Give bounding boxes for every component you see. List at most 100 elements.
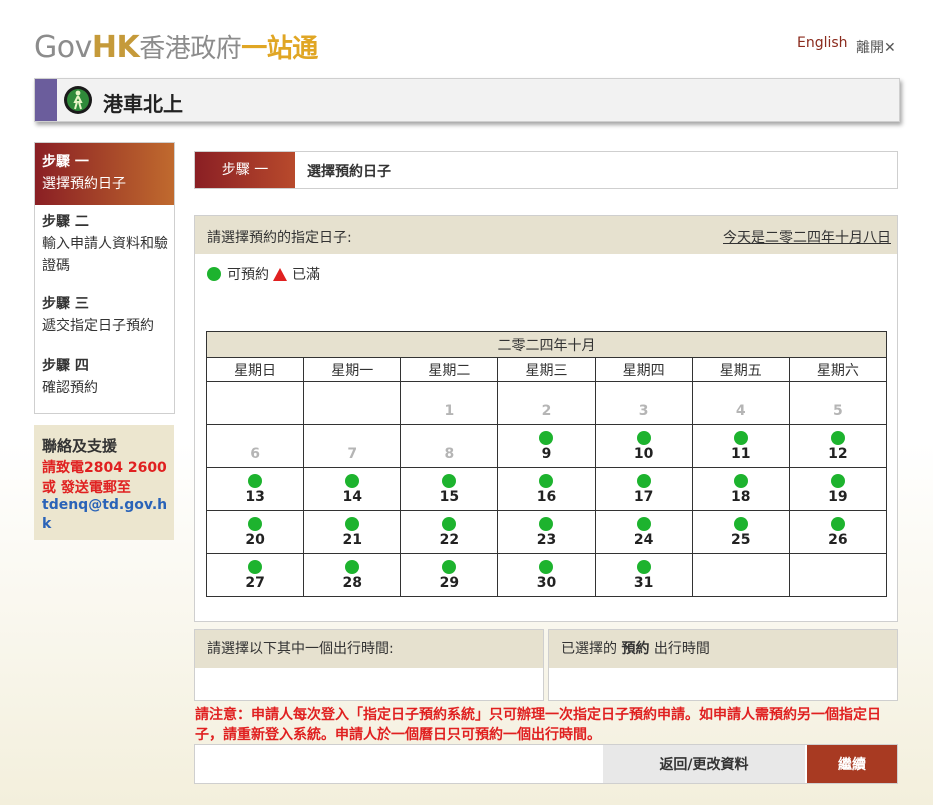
day-number: 4 (735, 403, 746, 419)
calendar-day-unavailable: 5 (788, 381, 888, 425)
available-dot-icon (733, 474, 748, 488)
available-dot-icon (539, 517, 554, 531)
calendar-week-row: 1 2 3 4 5 (205, 381, 888, 425)
calendar-day-available[interactable]: 13 (205, 467, 305, 511)
calendar-day-available[interactable]: 11 (691, 424, 790, 468)
available-dot-icon (733, 517, 748, 531)
step-text: 確認預約 (42, 380, 98, 396)
day-number: 29 (439, 575, 460, 591)
logo-one-stop-text: 一站通 (241, 34, 318, 64)
calendar-day-available[interactable]: 20 (205, 510, 305, 554)
calendar-day-available[interactable]: 23 (497, 510, 596, 554)
sidebar-step-2: 步驟 二 輸入申請人資料和驗證碼 (35, 211, 174, 277)
available-dot-icon (830, 517, 845, 531)
day-number: 5 (833, 403, 843, 419)
date-prompt: 請選擇預約的指定日子: (207, 230, 352, 246)
calendar-week-row: 6 7 8 9 10 11 12 (205, 424, 888, 468)
calendar-day-available[interactable]: 25 (691, 510, 790, 554)
step-label: 步驟 四 (42, 358, 89, 374)
time-select-panel: 請選擇以下其中一個出行時間: (194, 629, 544, 701)
day-number: 24 (633, 532, 654, 548)
calendar-day-available[interactable]: 26 (788, 510, 888, 554)
day-number: 9 (541, 446, 552, 462)
day-number: 16 (536, 489, 557, 505)
calendar-day-available[interactable]: 21 (303, 510, 402, 554)
step-sidebar: 步驟 一 選擇預約日子 步驟 二 輸入申請人資料和驗證碼 步驟 三 遞交指定日子… (34, 142, 175, 414)
day-number: 27 (245, 575, 265, 591)
day-number: 23 (536, 532, 557, 548)
weekday-header-row: 星期日 星期一 星期二 星期三 星期四 星期五 星期六 (205, 357, 888, 382)
calendar-day-available[interactable]: 29 (400, 553, 499, 597)
english-link[interactable]: English (797, 35, 848, 51)
calendar-day-available[interactable]: 24 (594, 510, 693, 554)
leave-link[interactable]: 離開✕ (856, 37, 896, 57)
day-number: 14 (342, 489, 362, 505)
calendar-empty-cell (303, 381, 402, 425)
day-number: 28 (342, 575, 362, 591)
banner-stripe (35, 79, 57, 121)
calendar-day-available[interactable]: 17 (594, 467, 693, 511)
banner-title: 港車北上 (103, 92, 183, 116)
calendar-day-available[interactable]: 27 (205, 553, 305, 597)
full-triangle-icon (273, 267, 287, 281)
calendar-day-available[interactable]: 18 (691, 467, 790, 511)
available-dot-icon (539, 474, 554, 488)
day-number: 12 (828, 446, 848, 462)
day-number: 1 (444, 403, 455, 419)
calendar-day-unavailable: 6 (205, 424, 305, 468)
contact-email-prompt: 或 發送電郵至 (42, 480, 131, 496)
calendar-week-row: 13 14 15 16 17 18 19 (205, 467, 888, 511)
day-number: 25 (731, 532, 751, 548)
day-number: 31 (633, 575, 654, 591)
calendar-day-available[interactable]: 16 (497, 467, 596, 511)
current-step-bar: 步驟 一 選擇預約日子 (194, 151, 898, 189)
calendar-day-available[interactable]: 9 (497, 424, 596, 468)
available-dot-icon (830, 474, 845, 488)
weekday-header: 星期一 (303, 357, 402, 382)
calendar-day-available[interactable]: 10 (594, 424, 693, 468)
calendar-day-available[interactable]: 28 (303, 553, 402, 597)
calendar-day-available[interactable]: 14 (303, 467, 402, 511)
calendar-day-unavailable: 3 (594, 381, 693, 425)
available-dot-icon (248, 560, 263, 574)
calendar-week-row: 20 21 22 23 24 25 26 (205, 510, 888, 554)
contact-phone: 請致電2804 2600 (42, 460, 167, 476)
person-in-circle-icon (64, 86, 92, 114)
selected-title-part-c: 出行時間 (653, 641, 710, 657)
calendar-day-available[interactable]: 19 (788, 467, 888, 511)
calendar-empty-cell (788, 553, 888, 597)
calendar-day-unavailable: 7 (303, 424, 402, 468)
today-date: 今天是二零二四年十月八日 (723, 230, 891, 246)
available-dot-icon (207, 267, 221, 281)
panel-header: 請選擇預約的指定日子: 今天是二零二四年十月八日 (195, 216, 897, 254)
step-label: 步驟 二 (42, 214, 89, 230)
calendar-day-available[interactable]: 12 (788, 424, 888, 468)
day-number: 18 (731, 489, 751, 505)
available-dot-icon (733, 431, 748, 445)
sidebar-step-3: 步驟 三 遞交指定日子預約 (35, 293, 174, 337)
booking-calendar: 二零二四年十月 星期日 星期一 星期二 星期三 星期四 星期五 星期六 1234567891… (205, 331, 888, 597)
weekday-header: 星期三 (497, 357, 596, 382)
calendar-day-unavailable: 4 (691, 381, 790, 425)
logo-hk-text: HK (91, 30, 140, 65)
contact-email-link[interactable]: tdenq@td.gov.hk (42, 496, 168, 534)
continue-button[interactable]: 繼續 (807, 745, 897, 783)
step-text: 輸入申請人資料和驗證碼 (42, 236, 168, 274)
day-number: 26 (828, 532, 848, 548)
selected-title-part-b: 預約 (621, 641, 650, 657)
govhk-logo[interactable]: GovHK香港政府一站通 (34, 28, 318, 65)
calendar-day-unavailable: 8 (400, 424, 499, 468)
available-dot-icon (636, 560, 651, 574)
available-dot-icon (345, 517, 360, 531)
back-change-button[interactable]: 返回/更改資料 (603, 745, 805, 783)
selected-time-title: 已選擇的 預約 出行時間 (549, 630, 897, 668)
calendar-day-available[interactable]: 22 (400, 510, 499, 554)
selected-title-part-a: 已選擇的 (561, 641, 617, 657)
available-dot-icon (248, 474, 263, 488)
available-dot-icon (442, 517, 457, 531)
available-dot-icon (442, 560, 457, 574)
day-number: 8 (444, 446, 455, 462)
calendar-day-available[interactable]: 15 (400, 467, 499, 511)
calendar-day-available[interactable]: 31 (594, 553, 693, 597)
calendar-day-available[interactable]: 30 (497, 553, 596, 597)
